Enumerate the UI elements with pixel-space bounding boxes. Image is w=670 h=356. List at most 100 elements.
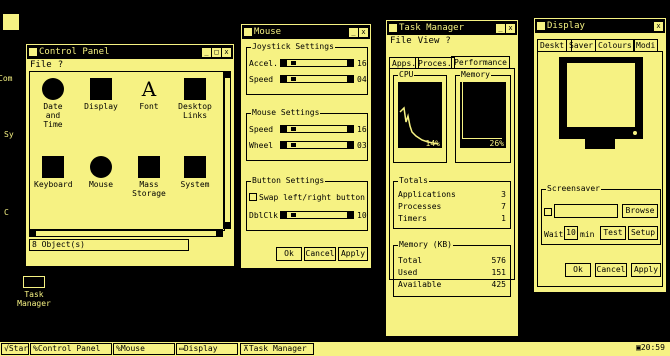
mouse-ok-button[interactable]: Ok — [276, 247, 302, 261]
wait-input[interactable]: 10 — [564, 226, 578, 240]
desktop-icon-other[interactable]: C — [4, 208, 9, 217]
display-titlebar[interactable]: Display x — [535, 19, 665, 33]
desktop-icon-task-manager[interactable]: Task Manager — [16, 276, 52, 308]
scroll-left-arrow[interactable] — [30, 230, 36, 236]
taskbar: √Start %Control Panel %Mouse ▭Display ⊼T… — [0, 342, 670, 356]
taskbar-item-control-panel[interactable]: %Control Panel — [30, 343, 112, 355]
menu-file[interactable]: File — [30, 60, 52, 70]
cp-item-label: Desktop Links — [178, 102, 212, 120]
monitor-preview — [559, 57, 643, 139]
desktop-icon-system[interactable]: Sy — [4, 130, 14, 139]
browse-button[interactable]: Browse — [622, 204, 658, 218]
wait-label: Wait — [544, 230, 564, 239]
scroll-up-arrow[interactable] — [224, 72, 230, 78]
clock-icon — [42, 78, 64, 100]
minimize-button[interactable]: _ — [349, 27, 358, 37]
task-manager-menubar: File View ? — [387, 35, 517, 46]
memory-value: 26% — [489, 139, 504, 148]
desktop-icon-label: C — [4, 208, 9, 217]
tab-performance[interactable]: Performance — [451, 56, 510, 68]
mouse-app-icon — [244, 28, 252, 36]
mouse-apply-button[interactable]: Apply — [338, 247, 368, 261]
control-panel-vscrollbar[interactable] — [223, 71, 231, 229]
screensaver-select[interactable] — [554, 204, 618, 218]
close-button[interactable]: x — [222, 47, 231, 57]
mouse-speed-slider[interactable] — [280, 125, 354, 133]
cpu-label: CPU — [398, 70, 415, 79]
mouse-settings-group: Mouse Settings Speed 16 Wheel 03 — [246, 108, 368, 161]
swap-buttons-checkbox[interactable] — [249, 193, 257, 201]
taskbar-item-mouse[interactable]: %Mouse — [113, 343, 175, 355]
display-cancel-button[interactable]: Cancel — [595, 263, 627, 277]
control-panel-app-icon — [29, 48, 37, 56]
close-button[interactable]: x — [506, 23, 515, 33]
tab-modi[interactable]: Modi — [633, 39, 659, 51]
task-manager-titlebar[interactable]: Task Manager _ x — [387, 21, 517, 35]
scroll-right-arrow[interactable] — [216, 230, 222, 236]
desktop-icon-computer[interactable]: Com — [0, 14, 20, 83]
memory-total-label: Total — [398, 256, 423, 265]
task-manager-title: Task Manager — [399, 23, 465, 33]
memory-label: Memory — [460, 70, 491, 79]
mouse-speed-label: Speed — [249, 124, 274, 134]
folder-icon — [3, 14, 19, 30]
display-ok-button[interactable]: Ok — [565, 263, 591, 277]
memory-used-label: Used — [398, 268, 418, 277]
dblclk-slider[interactable] — [280, 211, 354, 219]
memory-group: Memory 26% — [455, 70, 511, 163]
mouse-window: Mouse _ x Joystick Settings Accel. 16 Sp… — [241, 24, 371, 268]
menu-file[interactable]: File — [390, 36, 412, 46]
control-panel-titlebar[interactable]: Control Panel _ □ x — [27, 45, 233, 59]
screensaver-enable-checkbox[interactable] — [544, 208, 552, 216]
desktop-icon-label: Task Manager — [17, 290, 51, 308]
tab-saver[interactable]: Saver — [566, 39, 597, 51]
cp-item-keyboard[interactable]: Keyboard — [34, 156, 73, 189]
close-button[interactable]: x — [359, 27, 368, 37]
scroll-down-arrow[interactable] — [224, 222, 230, 228]
min-label: min — [580, 230, 595, 239]
font-icon: A — [141, 77, 157, 101]
cp-item-desktop-links[interactable]: Desktop Links — [178, 78, 212, 120]
minimize-button[interactable]: _ — [202, 47, 211, 57]
cp-item-font[interactable]: A Font — [132, 78, 166, 111]
totals-timers-value: 1 — [501, 214, 506, 223]
menu-help[interactable]: ? — [58, 60, 63, 70]
mouse-icon — [90, 156, 112, 178]
totals-applications-label: Applications — [398, 190, 456, 199]
minimize-button[interactable]: _ — [496, 23, 505, 33]
tab-colours[interactable]: Colours — [595, 39, 635, 51]
display-apply-button[interactable]: Apply — [631, 263, 661, 277]
control-panel-hscrollbar[interactable] — [29, 229, 223, 237]
start-button[interactable]: √Start — [1, 343, 29, 355]
joystick-speed-slider[interactable] — [280, 75, 354, 83]
memory-used-value: 151 — [491, 268, 506, 277]
mouse-titlebar[interactable]: Mouse _ x — [242, 25, 370, 39]
taskbar-item-display[interactable]: ▭Display — [176, 343, 238, 355]
menu-help[interactable]: ? — [445, 36, 450, 46]
desktop-links-icon — [184, 78, 206, 100]
tab-processes[interactable]: Proces. — [415, 57, 455, 68]
menu-view[interactable]: View — [418, 36, 440, 46]
cp-item-mouse[interactable]: Mouse — [84, 156, 118, 189]
dblclk-value: 10 — [357, 210, 367, 220]
memory-available-value: 425 — [491, 280, 506, 289]
mouse-cancel-button[interactable]: Cancel — [304, 247, 336, 261]
cp-item-label: Display — [84, 102, 118, 111]
cp-item-system[interactable]: System — [178, 156, 212, 189]
setup-button[interactable]: Setup — [628, 226, 658, 240]
cp-item-mass-storage[interactable]: Mass Storage — [132, 156, 166, 198]
close-button[interactable]: x — [654, 21, 663, 31]
maximize-button[interactable]: □ — [212, 47, 221, 57]
mass-storage-icon — [138, 156, 160, 178]
cpu-value: 14% — [425, 139, 440, 148]
cp-item-display[interactable]: Display — [84, 78, 118, 111]
taskbar-item-label: Display — [183, 344, 218, 353]
display-window: Display x Deskt. Saver Colours Modi Scre… — [534, 18, 666, 292]
cp-item-label: Font — [139, 102, 159, 111]
accel-slider[interactable] — [280, 59, 354, 67]
cp-item-date-time[interactable]: Date and Time — [36, 78, 70, 129]
taskbar-item-task-manager[interactable]: ⊼Task Manager — [240, 343, 314, 355]
test-button[interactable]: Test — [600, 226, 626, 240]
wheel-slider[interactable] — [280, 141, 354, 149]
system-icon — [184, 156, 206, 178]
